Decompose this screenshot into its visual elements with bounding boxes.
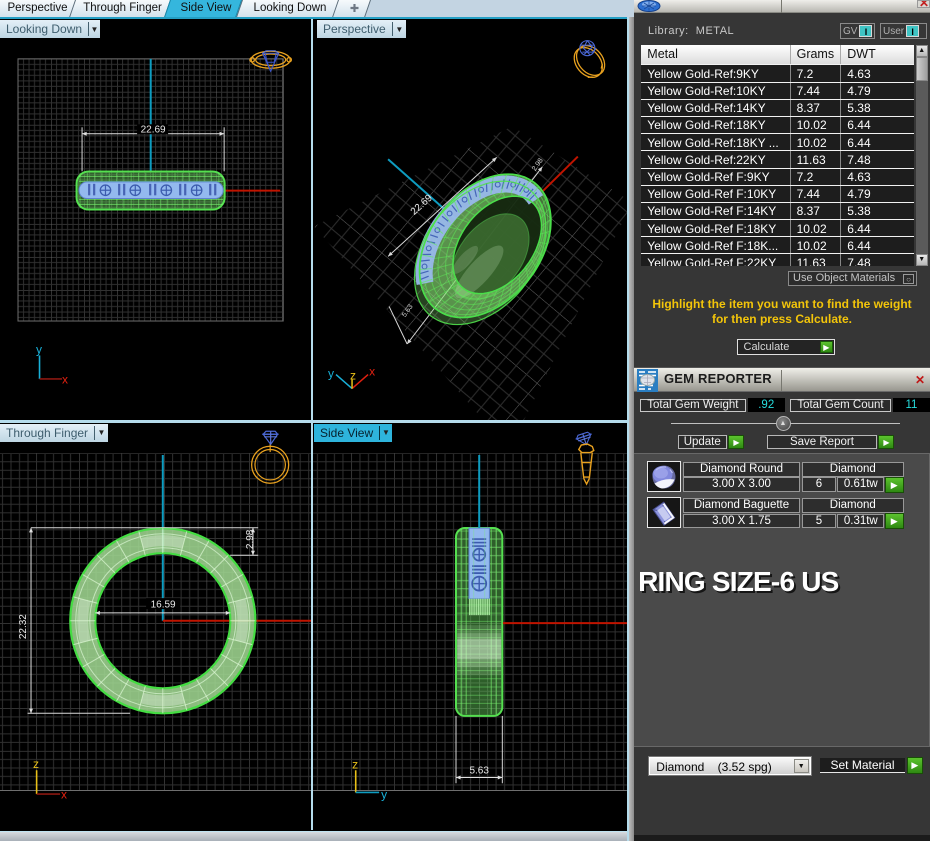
svg-text:z: z	[352, 757, 358, 771]
svg-text:y: y	[328, 367, 334, 381]
svg-text:16.59: 16.59	[151, 599, 176, 610]
svg-text:22.32: 22.32	[18, 613, 29, 638]
svg-text:2.98: 2.98	[245, 529, 256, 549]
svg-text:z: z	[350, 369, 356, 383]
svg-text:5.63: 5.63	[469, 765, 489, 776]
svg-text:y: y	[36, 342, 42, 356]
svg-text:z: z	[33, 757, 39, 771]
svg-text:22.69: 22.69	[141, 124, 166, 135]
svg-text:x: x	[369, 365, 375, 379]
svg-text:x: x	[62, 372, 68, 386]
svg-text:x: x	[61, 787, 67, 801]
svg-text:y: y	[381, 787, 387, 801]
